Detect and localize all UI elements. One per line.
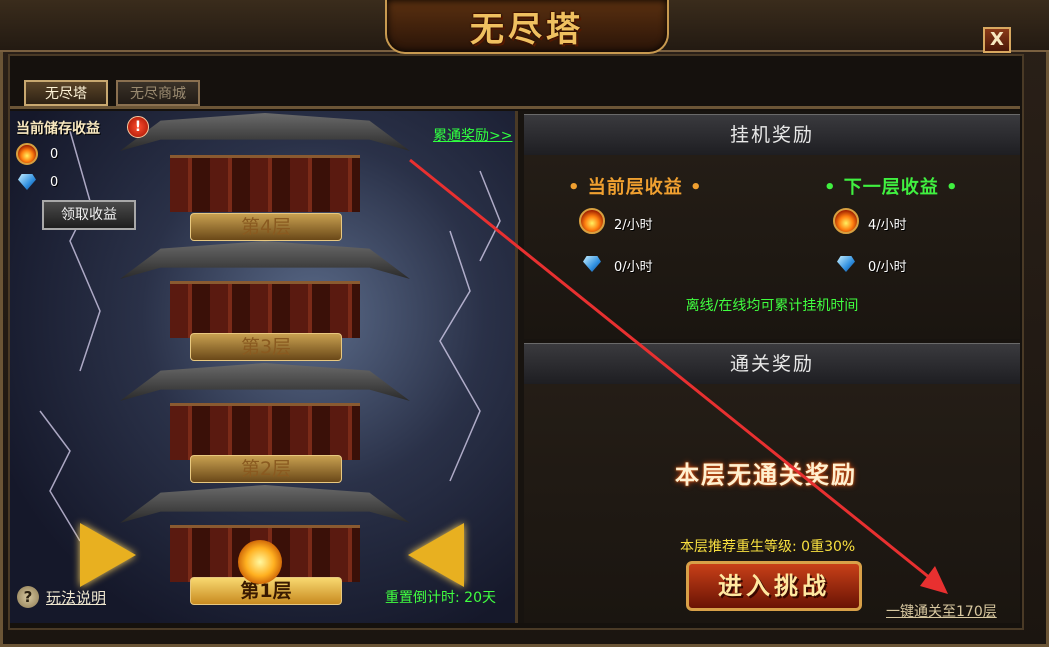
roof-2	[120, 485, 410, 523]
stored-income-title: 当前储存收益	[16, 121, 100, 137]
window-title: 无尽塔	[470, 10, 584, 50]
close-button[interactable]: X	[983, 27, 1011, 53]
cumulative-reward-link[interactable]: 累通奖励>>	[433, 125, 512, 145]
arrow-right-icon[interactable]	[80, 523, 136, 587]
tab-endless-tower[interactable]: 无尽塔	[24, 80, 108, 106]
tower-wall	[170, 155, 360, 212]
roof-3	[120, 363, 410, 401]
afk-reward-header: 挂机奖励	[524, 114, 1020, 156]
roof-4	[120, 241, 410, 279]
fire-coin-icon	[833, 208, 859, 234]
tower-wall	[170, 281, 360, 338]
enter-challenge-button[interactable]: 进入挑战	[686, 561, 862, 611]
next-floor-income-title: • 下一层收益 •	[824, 177, 959, 198]
one-click-clear-link[interactable]: 一键通关至170层	[886, 601, 997, 621]
afk-note: 离线/在线均可累计挂机时间	[685, 298, 859, 314]
diamond-icon	[583, 256, 601, 272]
title-plaque: 无尽塔	[385, 0, 669, 54]
claim-income-button[interactable]: 领取收益	[42, 200, 136, 230]
help-icon[interactable]: ?	[17, 586, 39, 608]
gameplay-help-link[interactable]: 玩法说明	[46, 587, 106, 608]
tower-wall	[170, 403, 360, 460]
stored-fire-value: 0	[50, 147, 59, 162]
arrow-left-icon[interactable]	[408, 523, 464, 587]
diamond-icon	[837, 256, 855, 272]
current-floor-income-title: • 当前层收益 •	[568, 177, 703, 198]
floor-2-label[interactable]: 第2层	[190, 455, 342, 483]
tab-divider	[10, 106, 1020, 109]
afk-reward-body: • 当前层收益 • • 下一层收益 • 2/小时 4/小时 0/小时 0/小时 …	[524, 155, 1020, 339]
tab-endless-shop[interactable]: 无尽商城	[116, 80, 200, 106]
next-fire-rate: 4/小时	[868, 218, 907, 233]
floor-3-label[interactable]: 第3层	[190, 333, 342, 361]
stored-gem-value: 0	[50, 175, 59, 190]
clear-reward-header: 通关奖励	[524, 343, 1020, 385]
reset-countdown: 重置倒计时: 20天	[385, 590, 496, 606]
fire-coin-icon	[579, 208, 605, 234]
recommended-rebirth-level: 本层推荐重生等级: 0重30%	[680, 539, 856, 555]
roof-top	[120, 113, 410, 151]
current-gem-rate: 0/小时	[614, 260, 653, 275]
warning-icon[interactable]: !	[127, 116, 149, 138]
current-floor-glow	[238, 540, 282, 584]
floor-4-label[interactable]: 第4层	[190, 213, 342, 241]
next-gem-rate: 0/小时	[868, 260, 907, 275]
fire-coin-icon	[16, 143, 38, 165]
no-clear-reward-text: 本层无通关奖励	[675, 461, 857, 489]
reward-panel: 挂机奖励 • 当前层收益 • • 下一层收益 • 2/小时 4/小时 0/小时 …	[518, 111, 1020, 623]
current-fire-rate: 2/小时	[614, 218, 653, 233]
